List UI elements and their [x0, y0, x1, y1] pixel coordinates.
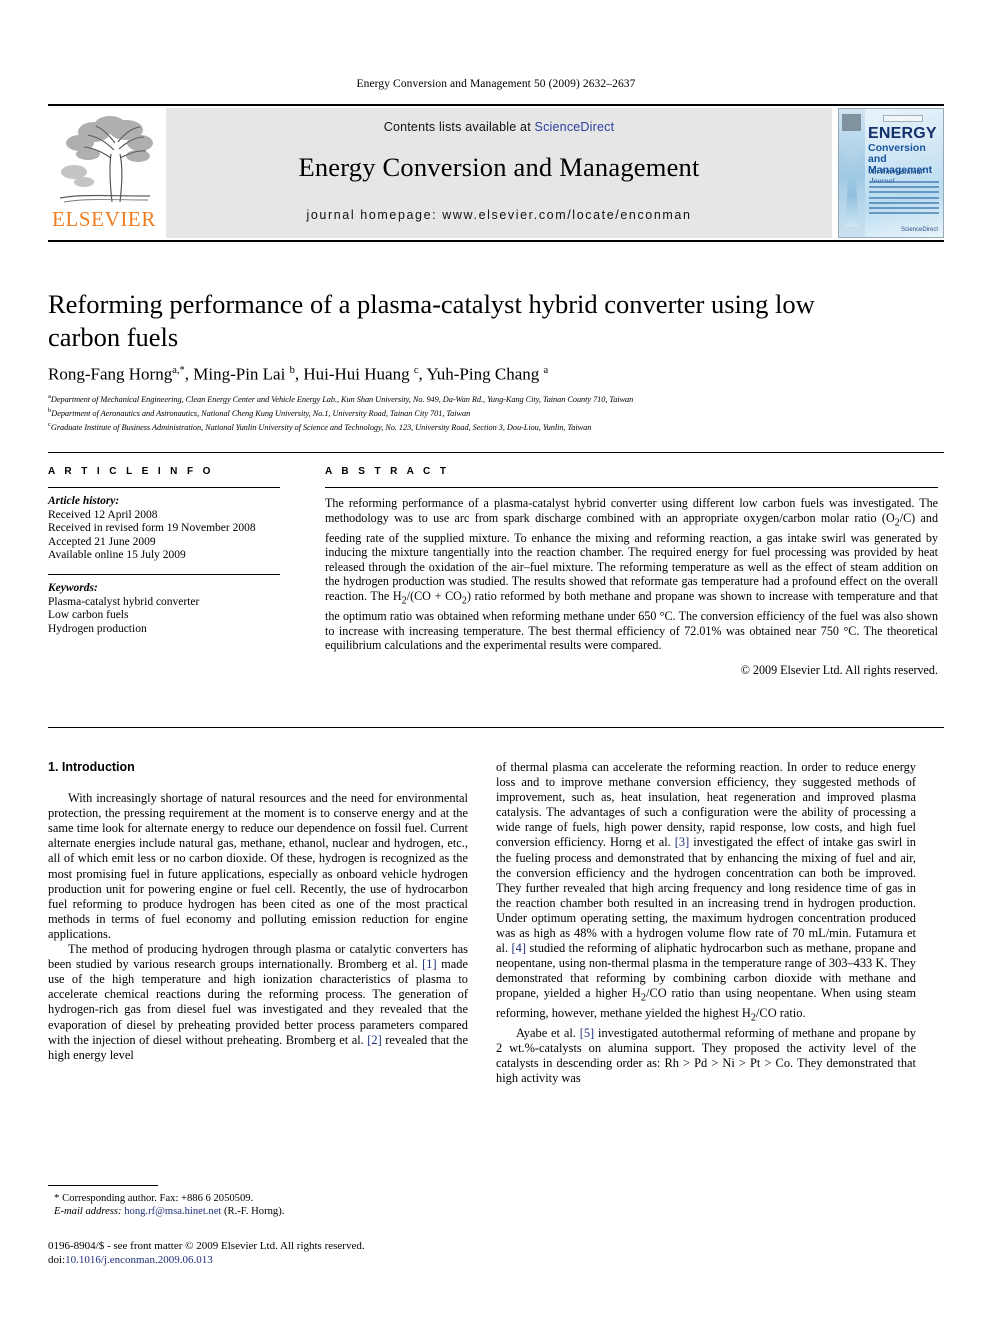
citation-link[interactable]: [2] [367, 1033, 381, 1047]
cooling-tower-icon [844, 149, 860, 227]
footnote-email: E-mail address: hong.rf@msa.hinet.net (R… [48, 1205, 468, 1218]
elsevier-tree-icon [54, 110, 154, 207]
affiliation-c: cGraduate Institute of Business Administ… [48, 420, 592, 432]
citation-link[interactable]: [5] [580, 1026, 594, 1040]
corresponding-author-footnote: * Corresponding author. Fax: +886 6 2050… [48, 1185, 468, 1218]
cover-topic-lines [869, 181, 939, 217]
cover-brand: ScienceDirect [900, 227, 938, 233]
keywords-block: Keywords: Plasma-catalyst hybrid convert… [48, 582, 280, 636]
footnote-star: * [54, 1192, 60, 1204]
journal-homepage-link[interactable]: journal homepage: www.elsevier.com/locat… [166, 208, 832, 222]
article-info-rule [48, 487, 280, 488]
paragraph: With increasingly shortage of natural re… [48, 791, 468, 941]
history-item: Received 12 April 2008 [48, 508, 158, 521]
affiliation-a: aDepartment of Mechanical Engineering, C… [48, 393, 634, 404]
keyword-item: Plasma-catalyst hybrid converter [48, 595, 200, 608]
paragraph: Ayabe et al. [5] investigated autotherma… [496, 1025, 916, 1085]
cover-left-strip [839, 109, 865, 237]
elsevier-wordmark: ELSEVIER [52, 207, 156, 231]
history-item: Received in revised form 19 November 200… [48, 522, 256, 535]
email-owner: (R.-F. Horng). [224, 1206, 285, 1217]
contents-lists-line: Contents lists available at ScienceDirec… [166, 120, 832, 134]
citation-link[interactable]: [4] [512, 941, 526, 955]
history-item: Accepted 21 June 2009 [48, 535, 156, 548]
journal-masthead: ELSEVIER Contents lists available at Sci… [48, 104, 944, 242]
keyword-item: Hydrogen production [48, 622, 147, 635]
section-rule-bottom [48, 727, 944, 728]
elsevier-logo: ELSEVIER [48, 108, 160, 238]
doi-label: doi: [48, 1253, 66, 1266]
abstract-copyright: © 2009 Elsevier Ltd. All rights reserved… [740, 662, 938, 677]
doi-line: doi:10.1016/j.enconman.2009.06.013 [48, 1254, 548, 1268]
affiliation-list: aDepartment of Mechanical Engineering, C… [48, 391, 938, 433]
email-link[interactable]: hong.rf@msa.hinet.net [124, 1206, 221, 1217]
article-history-label: Article history: [48, 495, 120, 507]
sciencedirect-link[interactable]: ScienceDirect [535, 120, 615, 134]
page-footer: 0196-8904/$ - see front matter © 2009 El… [48, 1240, 548, 1267]
article-page: Energy Conversion and Management 50 (200… [0, 0, 992, 1323]
citation-link[interactable]: [1] [422, 957, 436, 971]
paragraph: The method of producing hydrogen through… [48, 942, 468, 1062]
email-label: E-mail address: [54, 1206, 122, 1217]
keyword-item: Low carbon fuels [48, 609, 129, 622]
abstract-heading: A B S T R A C T [325, 466, 450, 477]
masthead-band: Contents lists available at ScienceDirec… [166, 108, 832, 238]
author-list: Rong-Fang Hornga,*, Ming-Pin Lai b, Hui-… [48, 364, 549, 384]
abstract-rule [325, 487, 938, 488]
running-head: Energy Conversion and Management 50 (200… [356, 78, 636, 90]
cover-tag [883, 115, 923, 122]
introduction-heading: 1. Introduction [48, 760, 135, 774]
footnote-corresponding: * Corresponding author. Fax: +886 6 2050… [54, 1192, 254, 1204]
cover-title: ENERGY [868, 125, 937, 142]
section-rule-top [48, 452, 944, 453]
body-column-right: of thermal plasma can accelerate the ref… [496, 760, 916, 1086]
keywords-rule [48, 573, 280, 575]
footnote-rule [48, 1185, 158, 1186]
cover-badge-icon [842, 114, 861, 131]
journal-title: Energy Conversion and Management [298, 152, 700, 182]
article-history-block: Article history: Received 12 April 2008 … [48, 495, 280, 563]
body-column-left: 1. Introduction With increasingly shorta… [48, 760, 468, 1063]
article-info-column: A R T I C L E I N F O Article history: R… [48, 466, 280, 636]
journal-cover-thumbnail: ENERGY Conversion and Management An Inte… [838, 108, 944, 238]
abstract-column: A B S T R A C T The reforming performanc… [325, 466, 938, 678]
history-item: Available online 15 July 2009 [48, 549, 186, 562]
doi-link[interactable]: 10.1016/j.enconman.2009.06.013 [65, 1254, 213, 1266]
abstract-text: The reforming performance of a plasma-ca… [325, 496, 938, 653]
article-title: Reforming performance of a plasma-cataly… [48, 289, 815, 352]
affiliation-b: bDepartment of Aeronautics and Astronaut… [48, 406, 471, 418]
paragraph: of thermal plasma can accelerate the ref… [496, 760, 917, 1024]
contents-prefix: Contents lists available at [383, 120, 535, 134]
issn-line: 0196-8904/$ - see front matter © 2009 El… [48, 1240, 365, 1252]
keywords-label: Keywords: [48, 581, 98, 594]
citation-link[interactable]: [3] [675, 835, 689, 849]
article-info-heading: A R T I C L E I N F O [48, 466, 214, 477]
